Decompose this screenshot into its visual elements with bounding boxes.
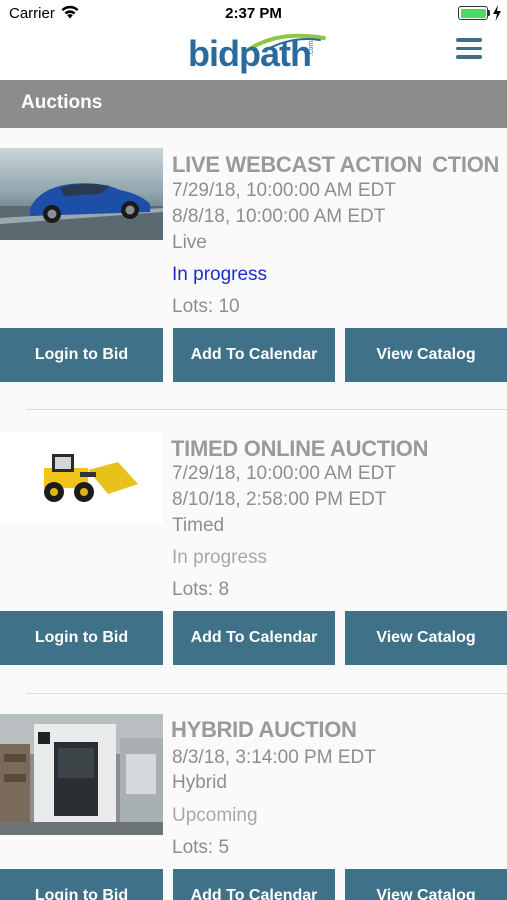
auction-type: Timed [172, 515, 225, 536]
auction-start-date: 7/29/18, 10:00:00 AM EDT [172, 180, 396, 201]
machine-image [0, 714, 163, 835]
menu-bar-1 [456, 38, 482, 42]
auction-lots: Lots: 8 [172, 579, 230, 600]
auction-start-date: 7/29/18, 10:00:00 AM EDT [172, 463, 396, 484]
auction-start-date: 8/3/18, 3:14:00 PM EDT [172, 747, 376, 768]
blue-sports-car-photo[interactable] [0, 148, 163, 240]
section-title: Auctions [21, 92, 103, 113]
auction-title-text: LIVE WEBCAST ACTION [172, 152, 423, 177]
battery-cap [488, 10, 490, 16]
status-bar: Carrier 2:37 PM [0, 0, 507, 28]
logo-dotcom-text: .com [308, 40, 315, 56]
loader-image [0, 432, 163, 524]
auction-title[interactable]: TIMED ONLINE AUCTION [171, 436, 428, 462]
clock: 2:37 PM [225, 5, 282, 22]
view-catalog-button[interactable]: View Catalog [345, 869, 507, 900]
car-image [0, 148, 163, 240]
app-header: bidpath .com [0, 28, 507, 80]
auction-card: TIMED ONLINE AUCTION 7/29/18, 10:00:00 A… [0, 410, 507, 694]
charging-bolt-icon [493, 5, 501, 21]
auction-lots: Lots: 5 [172, 837, 230, 858]
login-to-bid-button[interactable]: Login to Bid [0, 869, 163, 900]
logo-path-text: path [238, 33, 312, 74]
section-bar: Auctions [0, 80, 507, 128]
auction-status: In progress [172, 547, 268, 568]
view-catalog-button[interactable]: View Catalog [345, 328, 507, 382]
login-to-bid-button[interactable]: Login to Bid [0, 611, 163, 665]
auction-status: In progress [172, 264, 268, 285]
battery-icon [458, 6, 488, 20]
cnc-machine-photo[interactable] [0, 714, 163, 835]
auction-lots: Lots: 10 [172, 296, 240, 317]
menu-bar-3 [456, 55, 482, 59]
yellow-wheel-loader-photo[interactable] [0, 432, 163, 524]
battery-fill [460, 8, 486, 18]
add-to-calendar-button[interactable]: Add To Calendar [173, 328, 335, 382]
auction-title-overflow: CTION [432, 152, 500, 177]
auction-card: HYBRID AUCTION 8/3/18, 3:14:00 PM EDT Hy… [0, 694, 507, 900]
auction-title[interactable]: LIVE WEBCAST ACTION CTION [172, 152, 499, 178]
auction-card: LIVE WEBCAST ACTION CTION 7/29/18, 10:00:… [0, 128, 507, 410]
view-catalog-button[interactable]: View Catalog [345, 611, 507, 665]
add-to-calendar-button[interactable]: Add To Calendar [173, 611, 335, 665]
auction-status: Upcoming [172, 805, 258, 826]
add-to-calendar-button[interactable]: Add To Calendar [173, 869, 335, 900]
logo-bid-text: bid [188, 33, 240, 74]
bidpath-logo[interactable]: bidpath .com [188, 30, 326, 78]
auction-end-date: 8/10/18, 2:58:00 PM EDT [172, 489, 387, 510]
hamburger-menu-icon[interactable] [456, 38, 484, 60]
logo-wordmark: bidpath [188, 33, 312, 74]
login-to-bid-button[interactable]: Login to Bid [0, 328, 163, 382]
auction-title[interactable]: HYBRID AUCTION [171, 717, 357, 743]
auction-type: Hybrid [172, 772, 227, 793]
auction-end-date: 8/8/18, 10:00:00 AM EDT [172, 206, 386, 227]
auction-type: Live [172, 232, 207, 253]
menu-bar-2 [456, 46, 482, 50]
